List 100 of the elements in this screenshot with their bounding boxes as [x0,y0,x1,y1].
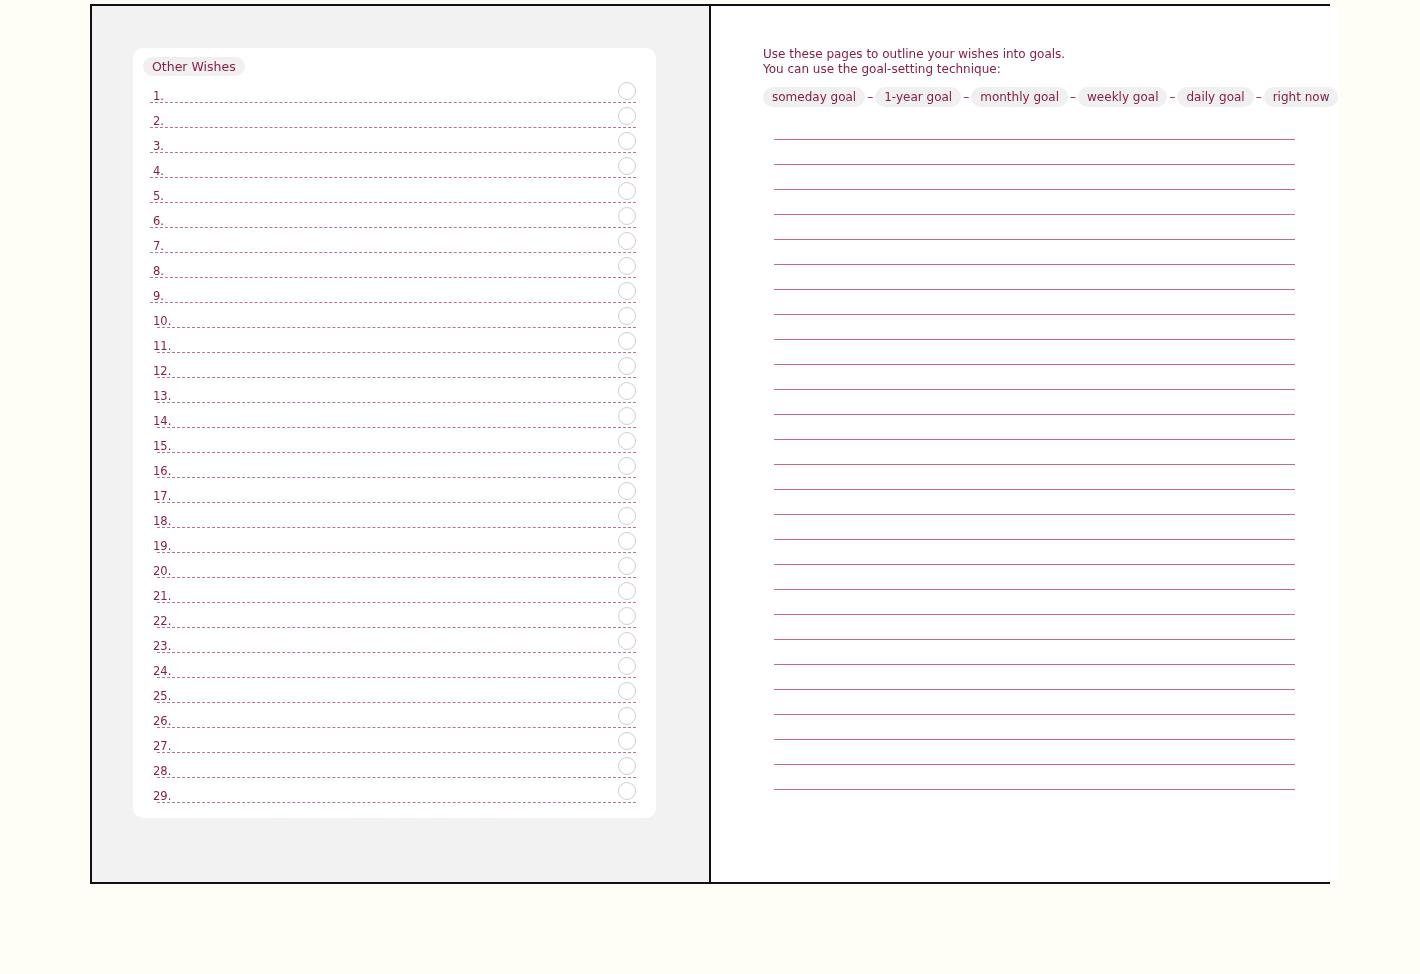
checkbox[interactable] [618,432,636,450]
dash-separator: – [1169,90,1176,104]
fill-in-line[interactable] [157,476,636,478]
fill-in-line[interactable] [157,676,636,678]
fill-in-line[interactable] [150,101,636,103]
wish-number: 23. [153,640,172,653]
checkbox[interactable] [618,357,636,375]
checkbox[interactable] [618,282,636,300]
wish-number: 26. [153,715,172,728]
checkbox[interactable] [618,382,636,400]
fill-in-line[interactable] [157,326,636,328]
fill-in-line[interactable] [157,501,636,503]
fill-in-line[interactable] [157,601,636,603]
wish-number: 7. [153,240,164,253]
wish-number: 6. [153,215,164,228]
wish-number: 11. [153,340,172,353]
checkbox[interactable] [618,107,636,125]
checkbox[interactable] [618,607,636,625]
wish-number: 10. [153,315,172,328]
checkbox[interactable] [618,332,636,350]
checkbox[interactable] [618,557,636,575]
intro-text: Use these pages to outline your wishes into goals. [763,47,1067,62]
checkbox[interactable] [618,307,636,325]
fill-in-line[interactable] [157,401,636,403]
wish-number: 9. [153,290,164,303]
wish-number: 21. [153,590,172,603]
checkbox[interactable] [618,207,636,225]
fill-in-line[interactable] [157,751,636,753]
dash-separator: – [1070,90,1077,104]
fill-in-line[interactable] [150,201,636,203]
goal-tag: weekly goal [1078,87,1168,107]
checkbox[interactable] [618,82,636,100]
fill-in-line[interactable] [157,376,636,378]
fill-in-line[interactable] [150,226,636,228]
dash-separator: – [963,90,970,104]
fill-in-line[interactable] [157,551,636,553]
checkbox[interactable] [618,782,636,800]
intro-text: You can use the goal-setting technique: [763,62,1002,77]
wish-number: 1. [153,90,164,103]
fill-in-line[interactable] [157,426,636,428]
checkbox[interactable] [618,482,636,500]
checkbox[interactable] [618,132,636,150]
fill-in-line[interactable] [157,351,636,353]
wish-number: 22. [153,615,172,628]
wish-number: 2. [153,115,164,128]
wish-number: 8. [153,265,164,278]
wish-number: 25. [153,690,172,703]
fill-in-line[interactable] [157,776,636,778]
wish-number: 24. [153,665,172,678]
checkbox[interactable] [618,632,636,650]
fill-in-line[interactable] [150,276,636,278]
fill-in-line[interactable] [157,576,636,578]
wish-number: 17. [153,490,172,503]
wish-number: 12. [153,365,172,378]
wish-number: 4. [153,165,164,178]
checkbox[interactable] [618,732,636,750]
checkbox[interactable] [618,457,636,475]
goal-tag: someday goal [763,87,866,107]
checkbox[interactable] [618,757,636,775]
checkbox[interactable] [618,182,636,200]
checkbox[interactable] [618,582,636,600]
checkbox[interactable] [618,407,636,425]
checkbox[interactable] [618,257,636,275]
fill-in-line[interactable] [150,301,636,303]
goal-tag: monthly goal [971,87,1069,107]
checkbox[interactable] [618,682,636,700]
wish-number: 14. [153,415,172,428]
checkbox[interactable] [618,232,636,250]
wish-number: 16. [153,465,172,478]
checkbox[interactable] [618,507,636,525]
wish-number: 18. [153,515,172,528]
wish-number: 15. [153,440,172,453]
fill-in-line[interactable] [150,176,636,178]
dash-separator: – [1255,90,1262,104]
fill-in-line[interactable] [157,801,636,803]
fill-in-line[interactable] [157,526,636,528]
fill-in-line[interactable] [150,251,636,253]
checkbox[interactable] [618,657,636,675]
goal-tag: daily goal [1177,87,1254,107]
wish-number: 27. [153,740,172,753]
wish-number: 29. [153,790,172,803]
fill-in-line[interactable] [150,126,636,128]
goal-tag: 1-year goal [875,87,962,107]
fill-in-line[interactable] [157,651,636,653]
wish-number: 28. [153,765,172,778]
section-title: Other Wishes [143,57,245,76]
fill-in-line[interactable] [157,726,636,728]
fill-in-line[interactable] [150,151,636,153]
fill-in-line[interactable] [157,626,636,628]
fill-in-line[interactable] [157,451,636,453]
dash-separator: – [867,90,874,104]
fill-in-line[interactable] [157,701,636,703]
wish-number: 13. [153,390,172,403]
wish-number: 19. [153,540,172,553]
checkbox[interactable] [618,707,636,725]
wish-number: 20. [153,565,172,578]
checkbox[interactable] [618,532,636,550]
checkbox[interactable] [618,157,636,175]
goal-tag: right now [1263,87,1339,107]
wish-number: 5. [153,190,164,203]
